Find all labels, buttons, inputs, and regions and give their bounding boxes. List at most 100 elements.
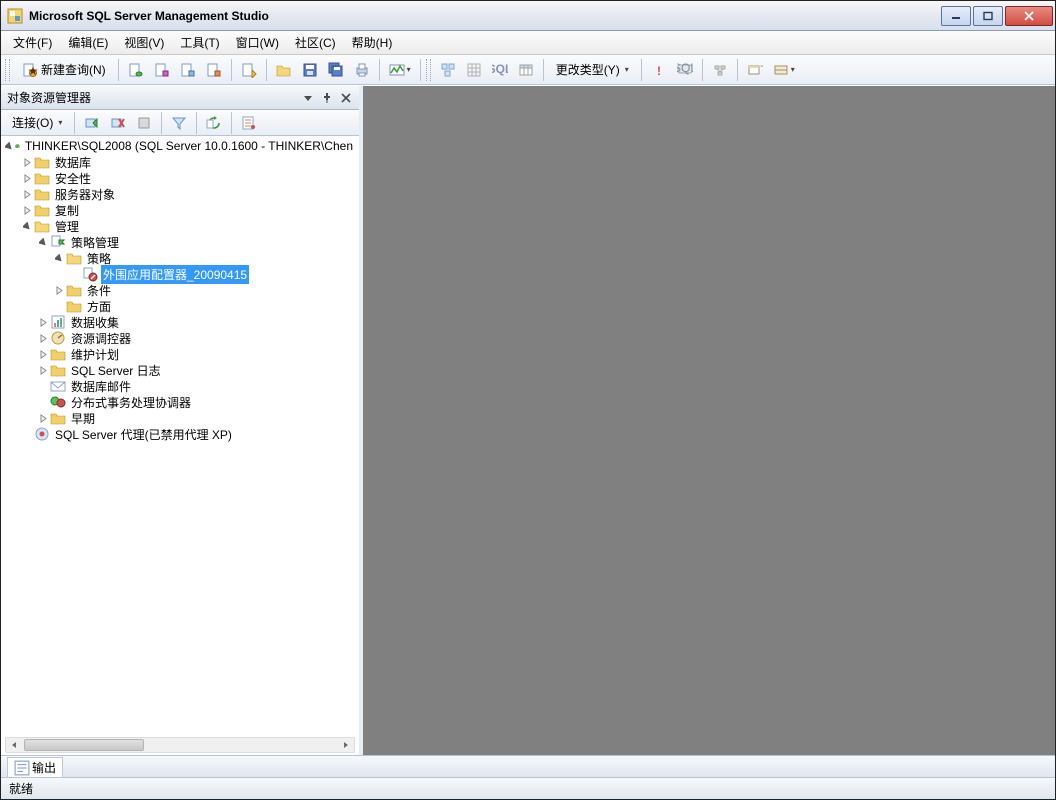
show-diagram-icon[interactable]	[436, 59, 460, 81]
analysis-query-icon[interactable]	[150, 59, 174, 81]
tree-resource-governor-node[interactable]: 资源调控器	[1, 330, 359, 346]
collapse-icon[interactable]	[53, 252, 65, 264]
filter-icon[interactable]	[167, 112, 191, 134]
close-button[interactable]	[1005, 6, 1053, 26]
dmx-query-icon[interactable]	[202, 59, 226, 81]
refresh-icon[interactable]	[202, 112, 226, 134]
menu-edit[interactable]: 编辑(E)	[60, 32, 116, 53]
object-explorer-titlebar[interactable]: 对象资源管理器	[1, 86, 359, 110]
minimize-button[interactable]	[941, 6, 971, 26]
tree-maintenance-plans-node[interactable]: 维护计划	[1, 346, 359, 362]
titlebar[interactable]: Microsoft SQL Server Management Studio	[1, 1, 1055, 31]
body: 对象资源管理器 连接(O)▾	[1, 85, 1055, 755]
db-engine-query-icon[interactable]	[124, 59, 148, 81]
expand-icon[interactable]	[21, 172, 33, 184]
toolbar-separator	[702, 59, 703, 81]
status-text: 就绪	[9, 780, 33, 797]
stop-icon[interactable]	[132, 112, 156, 134]
svg-text:!: !	[657, 64, 661, 78]
dtc-icon	[50, 394, 66, 410]
add-derived-icon[interactable]: ▾	[769, 59, 799, 81]
menu-tools[interactable]: 工具(T)	[172, 32, 227, 53]
collapse-icon[interactable]	[21, 220, 33, 232]
expand-icon[interactable]	[37, 316, 49, 328]
change-type-button[interactable]: 更改类型(Y)▾	[549, 59, 636, 81]
output-tab[interactable]: 输出	[7, 757, 63, 777]
expand-icon[interactable]	[21, 188, 33, 200]
expand-icon[interactable]	[37, 332, 49, 344]
new-project-icon[interactable]	[237, 59, 261, 81]
toolbar-handle[interactable]	[5, 59, 11, 81]
scroll-right-icon[interactable]	[338, 738, 354, 752]
collapse-icon[interactable]	[5, 140, 14, 152]
policy-mgmt-icon	[50, 234, 66, 250]
expand-icon[interactable]	[37, 412, 49, 424]
object-explorer-toolbar: 连接(O)▾	[1, 110, 359, 136]
expand-icon[interactable]	[37, 348, 49, 360]
server-icon	[15, 138, 20, 154]
connect-db-icon[interactable]	[80, 112, 104, 134]
tree-dtc-node[interactable]: 分布式事务处理协调器	[1, 394, 359, 410]
report-icon[interactable]	[237, 112, 261, 134]
tree-sql-agent-node[interactable]: SQL Server 代理(已禁用代理 XP)	[1, 426, 359, 442]
expand-icon[interactable]	[37, 364, 49, 376]
new-query-label: 新建查询(N)	[41, 61, 106, 78]
app-window: Microsoft SQL Server Management Studio 文…	[0, 0, 1056, 800]
folder-icon	[34, 202, 50, 218]
tree-policy-management-node[interactable]: 策略管理	[1, 234, 359, 250]
show-criteria-icon[interactable]	[462, 59, 486, 81]
expand-icon[interactable]	[53, 284, 65, 296]
panel-pin-icon[interactable]	[318, 89, 336, 107]
activity-monitor-icon[interactable]: ▾	[385, 59, 415, 81]
output-icon	[14, 760, 28, 774]
app-title: Microsoft SQL Server Management Studio	[29, 9, 939, 23]
folder-icon	[66, 282, 82, 298]
folder-open-icon	[66, 250, 82, 266]
execute-icon[interactable]: !	[647, 59, 671, 81]
new-query-button[interactable]: ★ 新建查询(N)	[15, 59, 113, 81]
disconnect-icon[interactable]	[106, 112, 130, 134]
panel-menu-icon[interactable]	[299, 89, 317, 107]
output-tabstrip: 输出	[1, 755, 1055, 777]
menu-file[interactable]: 文件(F)	[5, 32, 60, 53]
toolbar-separator	[379, 59, 380, 81]
svg-text:+: +	[760, 62, 763, 73]
mdx-query-icon[interactable]	[176, 59, 200, 81]
toolbar-separator	[737, 59, 738, 81]
menu-window[interactable]: 窗口(W)	[228, 32, 287, 53]
save-all-icon[interactable]	[324, 59, 348, 81]
menu-view[interactable]: 视图(V)	[116, 32, 172, 53]
show-results-icon[interactable]	[514, 59, 538, 81]
panel-close-icon[interactable]	[337, 89, 355, 107]
maximize-button[interactable]	[973, 6, 1003, 26]
verify-sql-icon[interactable]: SQL	[673, 59, 697, 81]
show-sql-icon[interactable]: SQL	[488, 59, 512, 81]
expand-icon[interactable]	[21, 204, 33, 216]
collapse-icon[interactable]	[37, 236, 49, 248]
save-icon[interactable]	[298, 59, 322, 81]
toolbar-handle[interactable]	[426, 59, 432, 81]
menu-community[interactable]: 社区(C)	[287, 32, 344, 53]
object-explorer-tree[interactable]: THINKER\SQL2008 (SQL Server 10.0.1600 - …	[1, 136, 359, 755]
expand-icon[interactable]	[21, 156, 33, 168]
toolbar-separator	[641, 59, 642, 81]
tree-h-scrollbar[interactable]	[5, 737, 355, 753]
add-group-icon[interactable]	[708, 59, 732, 81]
tree-data-collection-node[interactable]: 数据收集	[1, 314, 359, 330]
open-file-icon[interactable]	[272, 59, 296, 81]
connect-button[interactable]: 连接(O)▾	[5, 112, 69, 134]
tree-management-node[interactable]: 管理	[1, 218, 359, 234]
add-table-icon[interactable]: +	[743, 59, 767, 81]
svg-text:★: ★	[28, 64, 38, 78]
tree-facets-node[interactable]: 方面	[1, 298, 359, 314]
statusbar: 就绪	[1, 777, 1055, 799]
tree-selected-policy-node[interactable]: 外围应用配置器_20090415	[1, 266, 359, 282]
scrollbar-thumb[interactable]	[24, 739, 144, 751]
menu-help[interactable]: 帮助(H)	[344, 32, 401, 53]
tree-sql-logs-node[interactable]: SQL Server 日志	[1, 362, 359, 378]
folder-icon	[34, 170, 50, 186]
print-icon[interactable]	[350, 59, 374, 81]
tree-conditions-node[interactable]: 条件	[1, 282, 359, 298]
folder-icon	[50, 362, 66, 378]
scroll-left-icon[interactable]	[6, 738, 22, 752]
